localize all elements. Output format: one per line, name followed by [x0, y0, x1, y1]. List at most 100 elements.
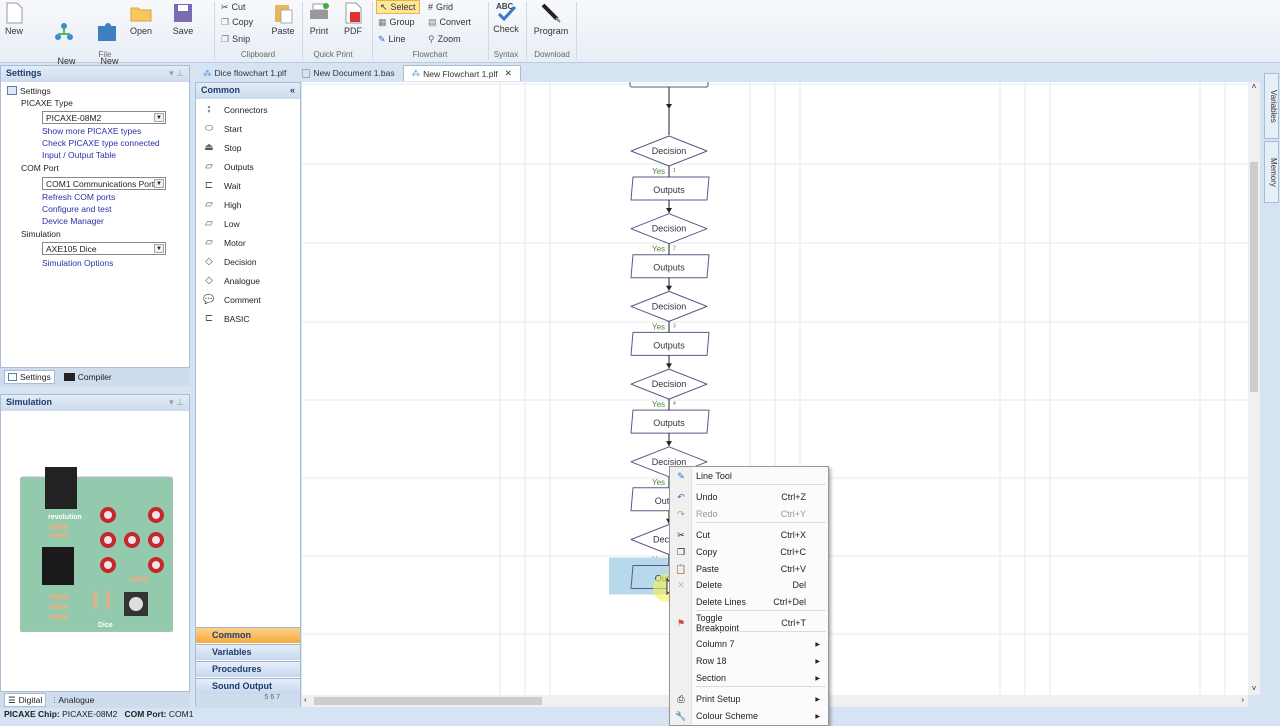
menu-item-line-tool[interactable]: ✎ Line Tool: [670, 468, 828, 484]
menu-item-undo[interactable]: ↶ Undo Ctrl+Z: [670, 489, 828, 505]
branch-number: 2: [673, 246, 676, 252]
toolbox-item-outputs[interactable]: ▱ Outputs: [202, 161, 254, 172]
decision-label: Dec: [653, 535, 670, 545]
vertical-scroll-thumb[interactable]: [1250, 162, 1258, 392]
scroll-right-icon[interactable]: ›: [1241, 695, 1244, 704]
toolbox-item-analogue[interactable]: ◇ Analogue: [202, 275, 260, 286]
io-table-link[interactable]: Input / Output Table: [42, 150, 116, 160]
select-button[interactable]: ↖ Select: [376, 0, 420, 14]
check-syntax-button[interactable]: ABC Check: [491, 0, 521, 34]
divider: [488, 2, 489, 60]
tree-simulation[interactable]: Simulation: [21, 229, 61, 239]
menu-item-copy[interactable]: ❐ Copy Ctrl+C: [670, 544, 828, 560]
menu-item-colour-scheme[interactable]: 🔧 Colour Scheme ▶: [670, 708, 828, 724]
dice-board-image[interactable]: revolution Dice: [20, 467, 173, 632]
pdf-button[interactable]: PDF: [341, 2, 365, 36]
menu-item-column-7[interactable]: Column 7 ▶: [670, 636, 828, 652]
new-document-icon: [6, 2, 23, 24]
group-button[interactable]: ▦ Group: [378, 15, 415, 29]
menu-separator: [696, 484, 826, 485]
toolbox-item-connectors[interactable]: ⦂ Connectors: [202, 104, 268, 115]
scroll-down-icon[interactable]: ˅: [1248, 684, 1260, 693]
tab-memory[interactable]: Memory: [1264, 141, 1279, 203]
menu-item-cut[interactable]: ✂ Cut Ctrl+X: [670, 527, 828, 543]
configure-test-link[interactable]: Configure and test: [42, 204, 111, 214]
toolbox-item-wait[interactable]: ⊏ Wait: [202, 180, 241, 191]
toolbox-item-start[interactable]: ⬭ Start: [202, 123, 242, 134]
section-variables[interactable]: Variables: [196, 644, 300, 660]
refresh-com-link[interactable]: Refresh COM ports: [42, 192, 115, 202]
undo-icon: ↶: [677, 491, 685, 502]
menu-item-paste[interactable]: 📋 Paste Ctrl+V: [670, 561, 828, 577]
outputs-label: Outputs: [653, 418, 685, 428]
toolbox-item-label: Start: [224, 123, 242, 134]
picaxe-type-select[interactable]: PICAXE-08M2 ▼: [42, 111, 166, 124]
pin-icon[interactable]: ▾ ⊥: [169, 68, 184, 80]
overflow-6[interactable]: 6: [270, 694, 274, 701]
section-sound-output[interactable]: Sound Output: [196, 678, 300, 694]
toolbox-item-low[interactable]: ▱ Low: [202, 218, 239, 229]
overflow-5[interactable]: 5: [264, 694, 268, 701]
simulation-select[interactable]: AXE105 Dice ▼: [42, 242, 166, 255]
tree-picaxe-type[interactable]: PICAXE Type: [21, 98, 73, 108]
show-more-picaxe-link[interactable]: Show more PICAXE types: [42, 126, 141, 136]
zoom-button[interactable]: ⚲ Zoom: [428, 32, 461, 46]
overflow-7[interactable]: 7: [276, 694, 280, 701]
tab-new-document[interactable]: New Document 1.bas: [294, 65, 402, 81]
tab-digital[interactable]: ☰ Digital: [4, 693, 47, 707]
menu-item-row-18[interactable]: Row 18 ▶: [670, 653, 828, 669]
tab-new-flowchart[interactable]: ⁂ New Flowchart 1.plf ✕: [402, 65, 521, 81]
section-procedures[interactable]: Procedures: [196, 661, 300, 677]
com-port-select[interactable]: COM1 Communications Port ▼: [42, 177, 166, 190]
vertical-scrollbar[interactable]: ˄ ˅: [1248, 82, 1260, 695]
tab-analogue[interactable]: ⫶ Analogue: [50, 693, 97, 707]
simulation-tabs: ☰ Digital ⫶ Analogue: [0, 692, 190, 708]
menu-item-print-setup[interactable]: ⎙ Print Setup ▶: [670, 691, 828, 707]
toolbox-item-comment[interactable]: 💬 Comment: [202, 294, 260, 305]
device-manager-link[interactable]: Device Manager: [42, 216, 104, 226]
check-picaxe-link[interactable]: Check PICAXE type connected: [42, 138, 160, 148]
toolbox-item-basic[interactable]: ⊏ BASIC: [202, 313, 250, 324]
tree-com-port[interactable]: COM Port: [21, 163, 59, 173]
toolbox-item-stop[interactable]: ⏏ Stop: [202, 142, 241, 153]
menu-item-delete[interactable]: ✕ Delete Del: [670, 577, 828, 593]
chevron-down-icon: ▼: [154, 113, 164, 122]
save-button[interactable]: Save: [170, 2, 196, 36]
menu-item-redo[interactable]: ↷ Redo Ctrl+Y: [670, 506, 828, 522]
menu-item-shortcut: Ctrl+Del: [773, 597, 806, 607]
program-button[interactable]: Program: [531, 2, 571, 36]
menu-item-delete-lines[interactable]: Delete Lines Ctrl+Del: [670, 594, 828, 610]
grid-button[interactable]: # Grid: [428, 0, 453, 14]
line-button[interactable]: ✎ Line: [378, 32, 406, 46]
toolbox-item-decision[interactable]: ◇ Decision: [202, 256, 256, 267]
collapse-icon[interactable]: «: [290, 85, 295, 97]
tree-root[interactable]: Settings: [7, 86, 51, 96]
scroll-up-icon[interactable]: ˄: [1248, 82, 1260, 91]
wait-icon: ⊏: [204, 180, 214, 191]
section-common[interactable]: Common: [196, 627, 300, 643]
snip-button[interactable]: ❐ Snip: [221, 32, 250, 46]
branch-number: 4: [673, 401, 676, 407]
paste-button[interactable]: Paste: [270, 2, 296, 36]
menu-separator: [696, 610, 826, 611]
horizontal-scroll-thumb[interactable]: [314, 697, 542, 705]
close-icon[interactable]: ✕: [505, 68, 512, 79]
scroll-left-icon[interactable]: ‹: [304, 695, 307, 704]
tab-settings[interactable]: Settings: [4, 370, 55, 384]
open-button[interactable]: Open: [127, 2, 155, 36]
tab-variables[interactable]: Variables: [1264, 73, 1279, 139]
tab-compiler[interactable]: Compiler: [61, 370, 115, 384]
tab-dice-flowchart[interactable]: ⁂ Dice flowchart 1.plf: [195, 65, 294, 81]
cut-button[interactable]: ✂ Cut: [221, 0, 246, 14]
convert-button[interactable]: ▤ Convert: [428, 15, 471, 29]
new-button[interactable]: New: [3, 2, 25, 36]
toolbox-item-motor[interactable]: ▱ Motor: [202, 237, 246, 248]
yes-label: Yes: [652, 322, 665, 331]
menu-item-toggle-breakpoint[interactable]: ⚑ Toggle Breakpoint Ctrl+T: [670, 613, 828, 633]
pin-icon[interactable]: ▾ ⊥: [169, 397, 184, 409]
copy-button[interactable]: ❐ Copy: [221, 15, 253, 29]
simulation-options-link[interactable]: Simulation Options: [42, 258, 113, 268]
print-button[interactable]: Print: [307, 2, 331, 36]
toolbox-item-high[interactable]: ▱ High: [202, 199, 241, 210]
menu-item-section[interactable]: Section ▶: [670, 670, 828, 686]
